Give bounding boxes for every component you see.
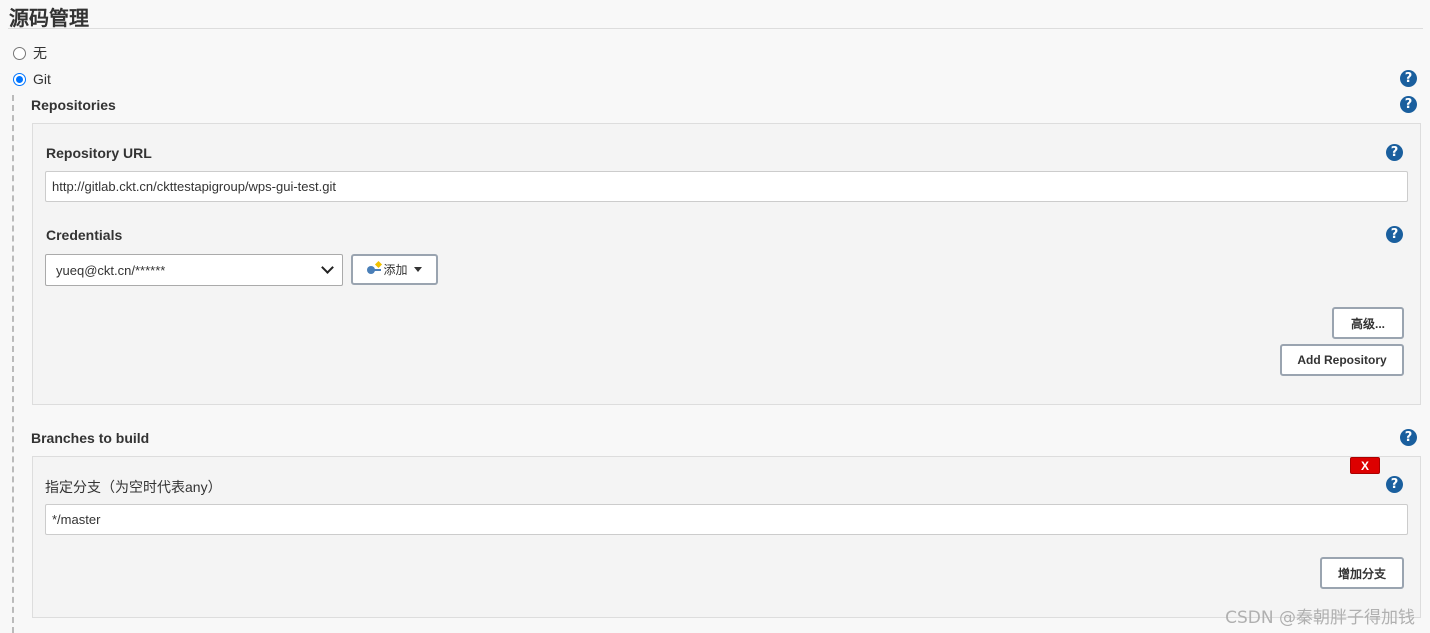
- scm-option-none-label: 无: [33, 45, 47, 61]
- credentials-label: Credentials: [46, 227, 123, 243]
- repository-url-input[interactable]: http://gitlab.ckt.cn/ckttestapigroup/wps…: [45, 171, 1408, 202]
- add-credentials-button[interactable]: 添加: [351, 254, 438, 285]
- git-config-indent-line: [12, 95, 14, 633]
- radio-none[interactable]: [13, 46, 26, 60]
- branches-label: Branches to build: [31, 430, 150, 446]
- scm-option-git-label: Git: [33, 71, 51, 87]
- repository-url-help-icon[interactable]: ?: [1386, 144, 1403, 161]
- key-icon: [367, 260, 383, 274]
- branch-specifier-help-icon[interactable]: ?: [1386, 476, 1403, 493]
- scm-option-git[interactable]: Git: [13, 71, 51, 87]
- credentials-help-icon[interactable]: ?: [1386, 226, 1403, 243]
- add-branch-button[interactable]: 增加分支: [1320, 557, 1404, 589]
- branch-panel: [32, 456, 1421, 618]
- repositories-help-icon[interactable]: ?: [1400, 96, 1417, 113]
- add-repository-button[interactable]: Add Repository: [1280, 344, 1404, 376]
- title-divider: [8, 28, 1423, 29]
- credentials-select[interactable]: yueq@ckt.cn/******: [45, 254, 343, 286]
- section-title: 源码管理: [9, 6, 89, 30]
- scm-option-none[interactable]: 无: [13, 43, 47, 63]
- repositories-label: Repositories: [31, 97, 116, 113]
- add-credentials-label: 添加: [383, 263, 408, 277]
- caret-down-icon: [413, 267, 422, 272]
- delete-branch-button[interactable]: X: [1350, 457, 1380, 474]
- credentials-selected-value: yueq@ckt.cn/******: [56, 262, 166, 278]
- branch-specifier-label: 指定分支（为空时代表any）: [45, 479, 222, 495]
- repository-url-label: Repository URL: [46, 145, 152, 161]
- watermark: CSDN @秦朝胖子得加钱: [1225, 608, 1415, 628]
- git-help-icon[interactable]: ?: [1400, 70, 1417, 87]
- radio-git[interactable]: [13, 72, 26, 86]
- chevron-down-icon: [321, 261, 334, 274]
- advanced-button[interactable]: 高级...: [1332, 307, 1404, 339]
- branches-help-icon[interactable]: ?: [1400, 429, 1417, 446]
- branch-specifier-input[interactable]: */master: [45, 504, 1408, 535]
